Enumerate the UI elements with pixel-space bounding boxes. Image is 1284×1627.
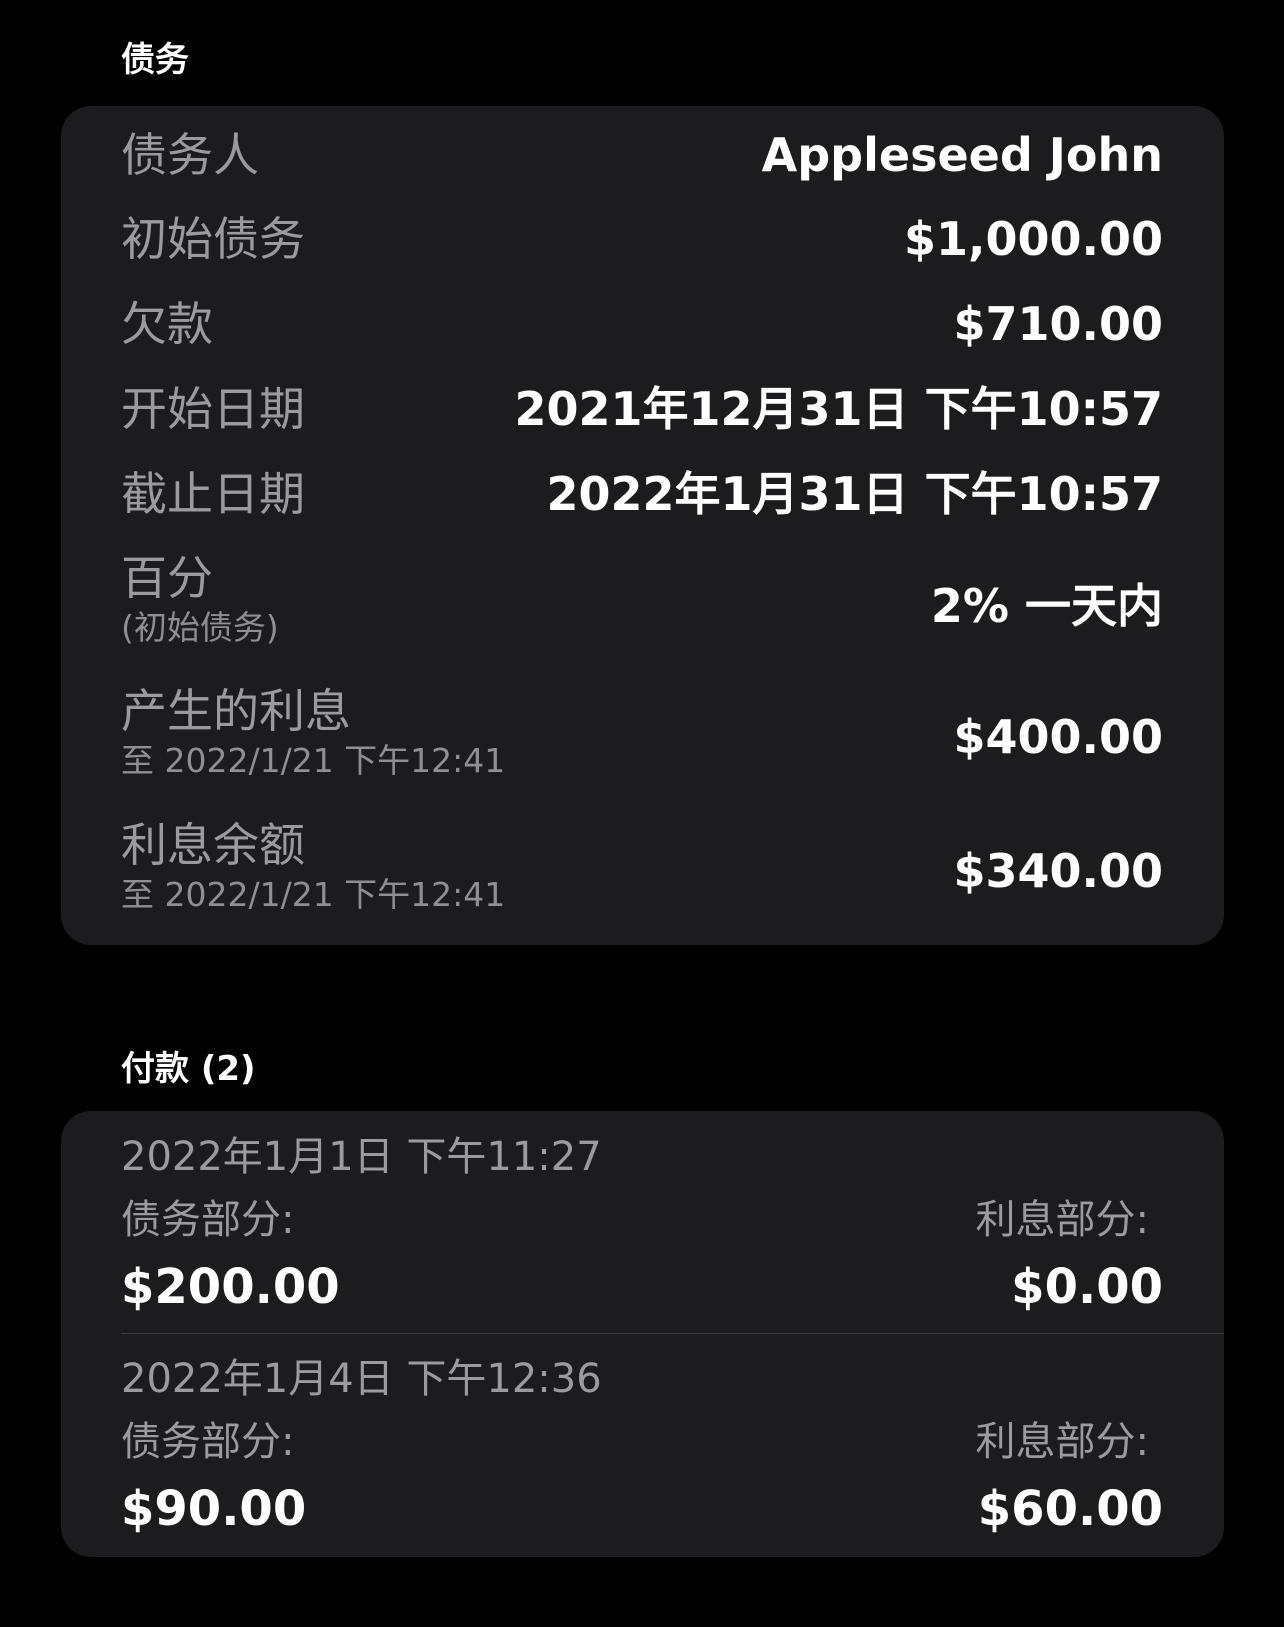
start-date-value: 2021年12月31日 下午10:57: [514, 382, 1164, 436]
payments-section-header: 付款 (2): [121, 1049, 256, 1089]
interest-part-value: $60.00: [977, 1481, 1163, 1537]
debt-details-card: 债务人 Appleseed John 初始债务 $1,000.00 欠款 $71…: [61, 106, 1224, 945]
debt-part-value: $200.00: [121, 1259, 340, 1315]
percent-label: 百分: [121, 551, 213, 605]
interest-part-label: 利息部分:: [975, 1419, 1149, 1465]
initial-debt-row: 初始债务 $1,000.00: [121, 212, 1163, 268]
percent-sublabel: (初始债务): [121, 608, 279, 647]
due-date-row: 截止日期 2022年1月31日 下午10:57: [121, 467, 1163, 523]
accrued-interest-label: 产生的利息: [121, 684, 351, 738]
interest-balance-row: 利息余额 至 2022/1/21 下午12:41 $340.00: [121, 818, 1163, 918]
debtor-row: 债务人 Appleseed John: [121, 128, 1163, 184]
percent-row: 百分 (初始债务) 2% 一天内: [121, 551, 1163, 651]
debtor-value: Appleseed John: [761, 128, 1163, 182]
debt-section-header: 债务: [121, 40, 189, 80]
accrued-interest-value: $400.00: [953, 710, 1163, 764]
accrued-interest-sublabel: 至 2022/1/21 下午12:41: [121, 741, 506, 780]
interest-balance-label: 利息余额: [121, 818, 305, 872]
due-date-value: 2022年1月31日 下午10:57: [546, 467, 1164, 521]
payments-card: 2022年1月1日 下午11:27 债务部分: 利息部分: $200.00 $0…: [61, 1111, 1224, 1557]
interest-part-value: $0.00: [1011, 1259, 1163, 1315]
interest-balance-sublabel: 至 2022/1/21 下午12:41: [121, 875, 506, 914]
debt-part-label: 债务部分:: [121, 1419, 295, 1465]
payment-date: 2022年1月1日 下午11:27: [121, 1134, 602, 1180]
payment-item[interactable]: 2022年1月1日 下午11:27 债务部分: 利息部分: $200.00 $0…: [61, 1111, 1224, 1333]
due-date-label: 截止日期: [121, 467, 305, 521]
initial-debt-value: $1,000.00: [904, 212, 1163, 266]
debt-part-label: 债务部分:: [121, 1197, 295, 1243]
initial-debt-label: 初始债务: [121, 212, 305, 266]
debtor-label: 债务人: [121, 128, 259, 182]
interest-balance-value: $340.00: [953, 844, 1163, 898]
start-date-row: 开始日期 2021年12月31日 下午10:57: [121, 382, 1163, 438]
outstanding-label: 欠款: [121, 297, 213, 351]
payment-date: 2022年1月4日 下午12:36: [121, 1356, 602, 1402]
debt-part-value: $90.00: [121, 1481, 307, 1537]
interest-part-label: 利息部分:: [975, 1197, 1149, 1243]
outstanding-value: $710.00: [953, 297, 1163, 351]
start-date-label: 开始日期: [121, 382, 305, 436]
outstanding-row: 欠款 $710.00: [121, 297, 1163, 353]
payment-item[interactable]: 2022年1月4日 下午12:36 债务部分: 利息部分: $90.00 $60…: [61, 1334, 1224, 1557]
accrued-interest-row: 产生的利息 至 2022/1/21 下午12:41 $400.00: [121, 684, 1163, 784]
percent-value: 2% 一天内: [930, 579, 1163, 633]
